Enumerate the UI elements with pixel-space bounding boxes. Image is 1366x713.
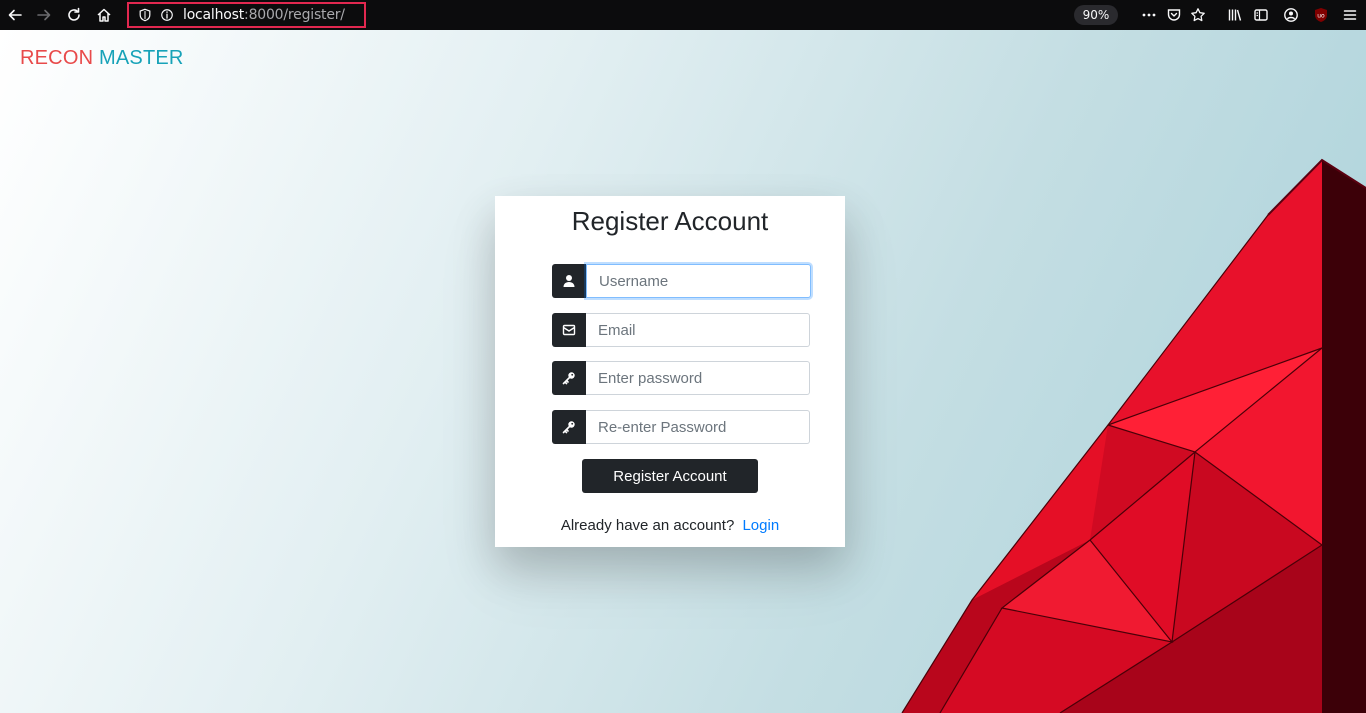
ublock-icon: uo (1315, 8, 1327, 22)
zoom-level-badge[interactable]: 90% (1074, 5, 1118, 25)
confirm-password-input[interactable] (586, 410, 810, 444)
star-icon (1191, 8, 1205, 22)
tracking-shield-icon[interactable] (137, 7, 153, 23)
home-icon (97, 8, 111, 22)
reload-button[interactable] (61, 0, 87, 30)
login-link[interactable]: Login (742, 517, 779, 534)
site-info-icon[interactable] (159, 7, 175, 23)
email-addon (552, 313, 586, 347)
forward-button[interactable] (31, 0, 57, 30)
url-bar[interactable]: localhost:8000/register/ (127, 2, 366, 28)
confirm-password-addon (552, 410, 586, 444)
ublock-extension-button[interactable]: uo (1308, 0, 1334, 30)
brand-logo-master: MASTER (99, 47, 184, 69)
key-icon (562, 421, 575, 434)
account-icon (1284, 8, 1298, 22)
pocket-button[interactable] (1161, 0, 1187, 30)
page-content: RECON MASTER Register Account Username E… (0, 30, 1366, 713)
sidebar-icon (1254, 9, 1268, 21)
bookmark-star-button[interactable] (1185, 0, 1211, 30)
email-field-group (552, 313, 810, 347)
page-actions-button[interactable] (1136, 0, 1162, 30)
brand-logo[interactable]: RECON MASTER (20, 47, 184, 70)
user-icon (563, 275, 575, 287)
login-prompt-row: Already have an account? Login (495, 517, 845, 534)
account-button[interactable] (1278, 0, 1304, 30)
menu-button[interactable] (1337, 0, 1363, 30)
password-field-group (552, 361, 810, 395)
password-input[interactable] (586, 361, 810, 395)
email-input[interactable] (586, 313, 810, 347)
url-host: localhost (183, 7, 245, 23)
username-field-group (552, 264, 811, 298)
brand-logo-recon: RECON (20, 47, 94, 69)
sidebar-toggle-button[interactable] (1248, 0, 1274, 30)
username-input[interactable] (586, 264, 811, 298)
username-addon (552, 264, 586, 298)
password-addon (552, 361, 586, 395)
register-card: Register Account Register Accou (495, 196, 845, 547)
browser-toolbar: localhost:8000/register/ 90% uo (0, 0, 1366, 30)
back-arrow-icon (8, 9, 22, 21)
key-icon (562, 372, 575, 385)
url-text[interactable]: localhost:8000/register/ (183, 7, 345, 23)
library-icon (1228, 9, 1242, 21)
back-button[interactable] (2, 0, 28, 30)
svg-text:uo: uo (1317, 13, 1325, 20)
login-prompt-text: Already have an account? (560, 517, 735, 534)
hamburger-menu-icon (1343, 10, 1357, 20)
register-title: Register Account (571, 206, 769, 236)
envelope-icon (562, 324, 576, 336)
home-button[interactable] (91, 0, 117, 30)
confirm-password-field-group (552, 410, 810, 444)
url-path: :8000/register/ (244, 7, 345, 23)
more-dots-icon (1142, 13, 1156, 17)
library-button[interactable] (1222, 0, 1248, 30)
reload-icon (68, 7, 80, 21)
register-account-button[interactable]: Register Account (582, 459, 758, 493)
forward-arrow-icon (37, 9, 51, 21)
pocket-icon (1167, 9, 1181, 21)
